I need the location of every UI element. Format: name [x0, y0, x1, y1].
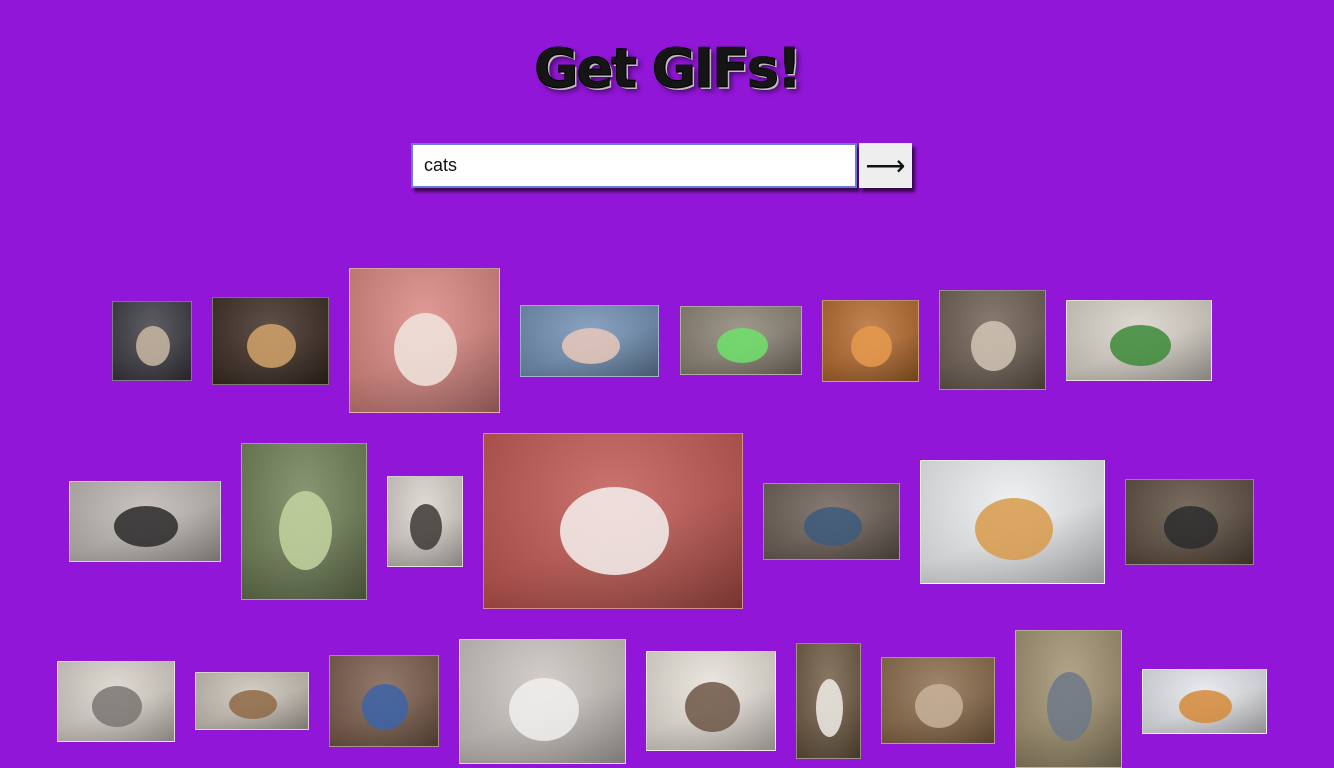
gif-cats-mirror-floor[interactable]: [763, 483, 900, 560]
cat-figure: [92, 686, 142, 727]
gif-cats-flower-hats[interactable]: [520, 305, 659, 377]
cat-figure: [362, 684, 408, 730]
search-input[interactable]: [411, 143, 857, 188]
cat-figure: [975, 498, 1053, 560]
gif-cat-calico-white[interactable]: [920, 460, 1105, 584]
gif-kittens-lineup[interactable]: [195, 672, 309, 730]
search-submit-button[interactable]: ⟶: [859, 143, 912, 188]
cat-figure: [562, 328, 620, 364]
cat-figure: [229, 690, 277, 719]
gif-cat-wide-eyes[interactable]: [939, 290, 1046, 390]
gif-cats-stacked[interactable]: [796, 643, 861, 759]
cat-figure: [1164, 506, 1218, 549]
cat-figure: [279, 491, 332, 570]
page-title: Get GIFs!: [534, 37, 803, 101]
gif-cat-grey-walking[interactable]: [57, 661, 175, 742]
cat-figure: [394, 313, 457, 386]
gif-cats-pink-blanket[interactable]: [349, 268, 500, 413]
cat-figure: [1179, 690, 1232, 723]
gif-cats-watermelon-hats[interactable]: [1066, 300, 1212, 381]
gif-cats-glass-door[interactable]: [241, 443, 367, 600]
gif-cat-motorcycle[interactable]: [112, 301, 192, 381]
gif-cat-hiding[interactable]: [387, 476, 463, 567]
cat-figure: [1047, 672, 1092, 741]
gif-cat-bathroom[interactable]: [646, 651, 776, 751]
gif-cats-orange-cuddle[interactable]: [822, 300, 919, 382]
gif-cats-hugging[interactable]: [459, 639, 626, 764]
cat-figure: [560, 487, 669, 575]
gif-cats-many-floor[interactable]: [69, 481, 221, 562]
page: Get GIFs! ⟶: [0, 0, 1334, 768]
cat-figure: [717, 328, 768, 363]
search-form: ⟶: [411, 143, 916, 191]
cat-figure: [804, 507, 862, 546]
cat-figure: [410, 504, 442, 550]
cat-figure: [851, 326, 892, 367]
cat-figure: [685, 682, 740, 732]
cat-figure: [1110, 325, 1171, 366]
gif-cats-dj-turntables[interactable]: [1142, 669, 1267, 734]
gif-cat-yarn[interactable]: [329, 655, 439, 747]
cat-figure: [915, 684, 963, 728]
gif-cat-lightsaber[interactable]: [680, 306, 802, 375]
gif-cat-grey-fence[interactable]: [1015, 630, 1122, 768]
cat-figure: [816, 679, 843, 737]
gif-cats-couch[interactable]: [212, 297, 329, 385]
cat-figure: [971, 321, 1016, 371]
gif-cat-persian-hat[interactable]: [483, 433, 743, 609]
gif-cats-doorway[interactable]: [881, 657, 995, 744]
gif-cats-fighting-room[interactable]: [1125, 479, 1254, 565]
cat-figure: [114, 506, 178, 547]
cat-figure: [247, 324, 296, 368]
cat-figure: [509, 678, 579, 741]
cat-figure: [136, 326, 170, 366]
